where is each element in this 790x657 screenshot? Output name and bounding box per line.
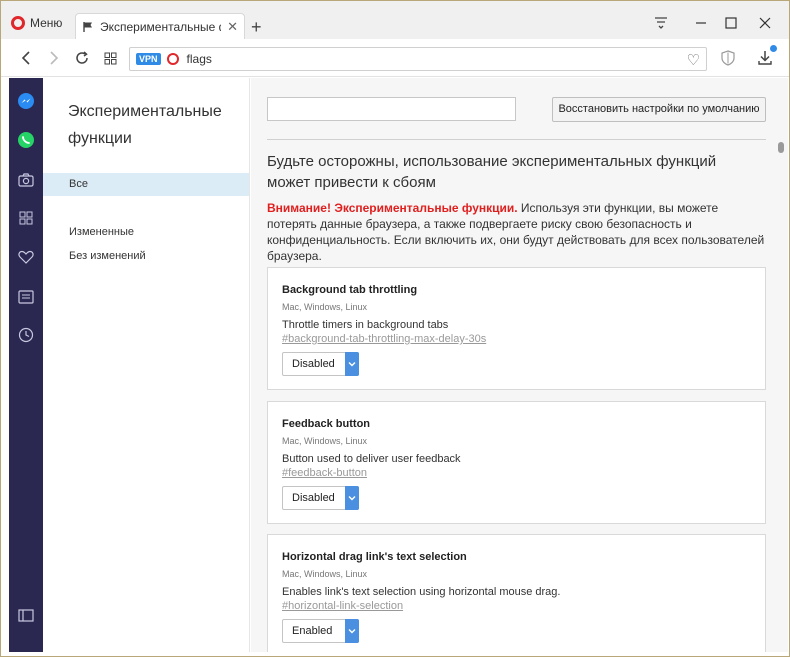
warning-title: Будьте осторожны, использование эксперим…: [267, 153, 717, 191]
vpn-badge[interactable]: VPN: [136, 53, 161, 65]
chevron-down-icon[interactable]: [345, 486, 359, 510]
experiment-card: Horizontal drag link's text selection Ma…: [267, 534, 766, 652]
bookmark-heart-icon[interactable]: ♡: [687, 51, 700, 69]
experiment-description: Throttle timers in background tabs: [282, 319, 449, 331]
nav-item-modified[interactable]: Измененные: [43, 221, 249, 244]
experiment-card: Feedback button Mac, Windows, Linux Butt…: [267, 401, 766, 524]
experiment-link[interactable]: #feedback-button: [282, 467, 367, 479]
address-toolbar: VPN flags ♡: [1, 39, 789, 77]
opera-logo-icon: [11, 16, 25, 30]
adblock-shield-icon[interactable]: [721, 50, 735, 66]
download-notification-dot: [770, 45, 777, 52]
address-bar[interactable]: VPN flags ♡: [129, 47, 707, 71]
reset-defaults-button[interactable]: Восстановить настройки по умолчанию: [552, 97, 766, 122]
back-button[interactable]: [17, 49, 35, 67]
select-value: Disabled: [292, 492, 335, 504]
browser-window: Меню Экспериментальные фун ✕ +: [0, 0, 790, 657]
chevron-down-icon[interactable]: [345, 352, 359, 376]
nav-item-unmodified[interactable]: Без изменений: [43, 245, 249, 268]
page-scrollbar[interactable]: [775, 78, 788, 652]
select-value: Enabled: [292, 625, 333, 637]
news-icon[interactable]: [17, 288, 35, 306]
scrollbar-thumb[interactable]: [778, 142, 784, 153]
chevron-down-icon[interactable]: [345, 619, 359, 643]
flags-main: Восстановить настройки по умолчанию Будь…: [251, 78, 775, 652]
tab-flags[interactable]: Экспериментальные фун ✕: [75, 13, 245, 39]
flag-icon: [82, 21, 94, 33]
tab-title: Экспериментальные фун: [100, 19, 221, 34]
opera-sidebar: [9, 78, 43, 652]
camera-icon[interactable]: [17, 171, 35, 189]
url-text[interactable]: flags: [187, 52, 212, 66]
opera-menu-button[interactable]: Меню: [11, 14, 62, 32]
menu-label: Меню: [30, 16, 63, 30]
warning-text: Внимание! Экспериментальные функции. Исп…: [267, 200, 765, 264]
tab-close-icon[interactable]: ✕: [227, 19, 238, 35]
experiment-description: Enables link's text selection using hori…: [282, 586, 561, 598]
tab-menu-icon[interactable]: [649, 11, 673, 35]
select-value: Disabled: [292, 358, 335, 370]
maximize-button[interactable]: [719, 11, 743, 35]
experiment-description: Button used to deliver user feedback: [282, 453, 461, 465]
download-icon[interactable]: [757, 45, 777, 67]
history-clock-icon[interactable]: [17, 326, 35, 344]
messenger-icon[interactable]: [17, 92, 35, 110]
tab-bar: Меню Экспериментальные фун ✕ +: [1, 1, 789, 39]
close-button[interactable]: [753, 11, 777, 35]
minimize-button[interactable]: [689, 11, 713, 35]
opera-page-icon: [166, 53, 179, 65]
speed-dial-button[interactable]: [101, 49, 119, 67]
whatsapp-icon[interactable]: [17, 131, 35, 149]
experiment-link[interactable]: #background-tab-throttling-max-delay-30s: [282, 333, 486, 345]
bookmarks-heart-icon[interactable]: [17, 248, 35, 266]
page-title: Экспериментальные функции: [68, 103, 222, 147]
experiment-title: Background tab throttling: [282, 284, 418, 296]
reload-button[interactable]: [73, 49, 91, 67]
nav-item-all[interactable]: Все: [43, 173, 249, 196]
experiment-card: Background tab throttling Mac, Windows, …: [267, 267, 766, 390]
experiment-platforms: Mac, Windows, Linux: [282, 302, 368, 312]
new-tab-button[interactable]: +: [251, 18, 262, 36]
experiment-platforms: Mac, Windows, Linux: [282, 569, 368, 579]
forward-button[interactable]: [45, 49, 63, 67]
warning-strong: Внимание! Экспериментальные функции.: [267, 201, 518, 215]
experiment-platforms: Mac, Windows, Linux: [282, 436, 368, 446]
speed-dial-sidebar-icon[interactable]: [17, 209, 35, 227]
flags-nav: Экспериментальные функции Все Измененные…: [43, 78, 250, 652]
experiment-title: Horizontal drag link's text selection: [282, 551, 467, 563]
experiment-link[interactable]: #horizontal-link-selection: [282, 600, 403, 612]
experiment-select[interactable]: Enabled: [282, 619, 359, 643]
sidebar-toggle-icon[interactable]: [17, 606, 35, 624]
experiment-select[interactable]: Disabled: [282, 486, 359, 510]
experiment-title: Feedback button: [282, 418, 371, 430]
divider: [267, 139, 766, 140]
search-input[interactable]: [267, 97, 516, 121]
experiment-select[interactable]: Disabled: [282, 352, 359, 376]
